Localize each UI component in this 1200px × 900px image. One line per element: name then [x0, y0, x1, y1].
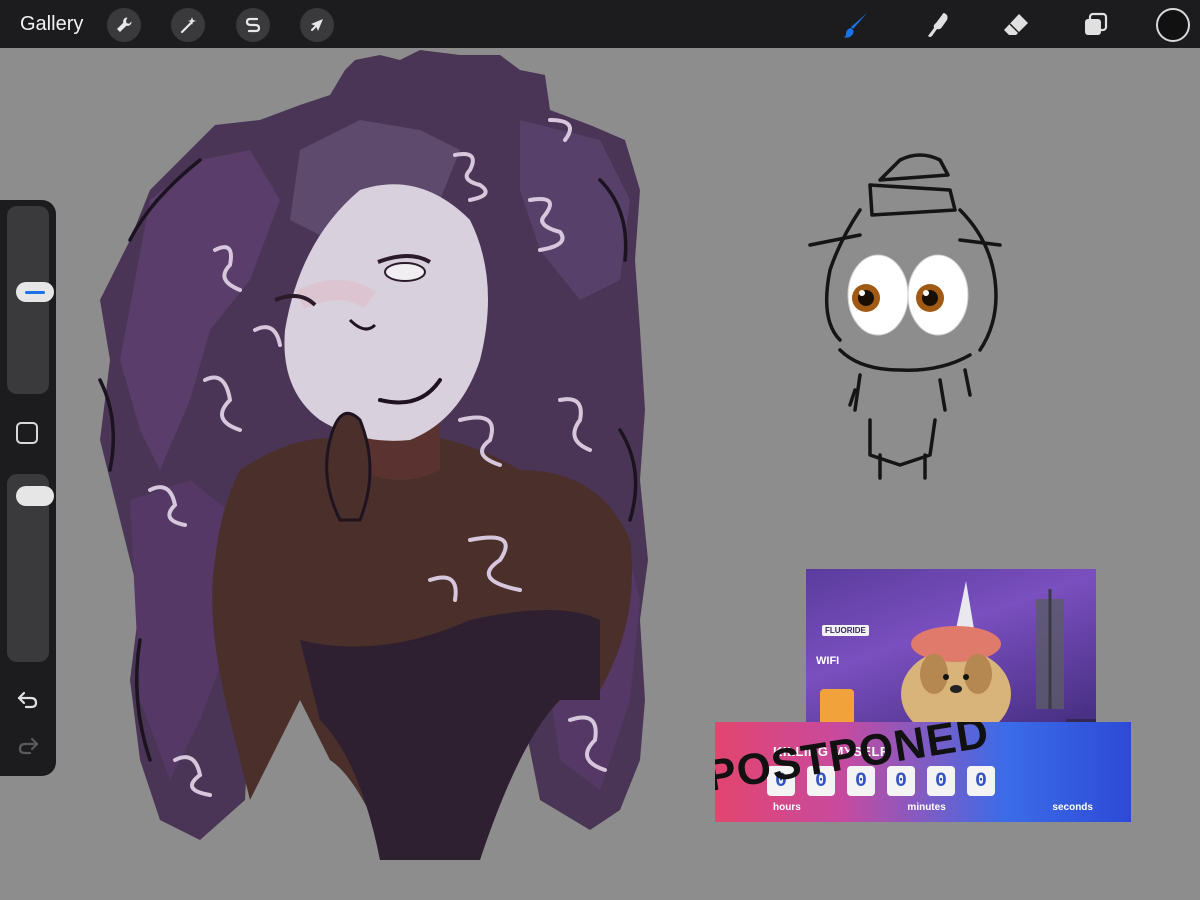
meme-image-top[interactable]: FLUORIDE WIFI [806, 569, 1096, 739]
smudge-icon [928, 13, 948, 37]
arrow-cursor-icon [311, 19, 323, 31]
magic-wand-icon [180, 17, 196, 34]
smudge-tool[interactable] [920, 6, 958, 44]
layers-button[interactable] [1077, 6, 1115, 44]
meme-image-bottom[interactable]: KILLING MYSELF 0 0 0 0 0 0 hours minutes… [715, 722, 1131, 822]
timer-digit: 0 [927, 766, 955, 796]
gallery-button[interactable]: Gallery [20, 12, 83, 36]
brush-tool[interactable] [837, 6, 875, 44]
timer-labels: hours minutes seconds [773, 802, 1093, 813]
brush-size-indicator [25, 290, 45, 294]
opacity-handle[interactable] [16, 486, 54, 506]
actions-button[interactable] [107, 8, 141, 42]
hand [325, 411, 372, 522]
owl-sketch [808, 153, 1002, 480]
layers-icon [1085, 12, 1108, 35]
undo-button[interactable] [12, 686, 44, 714]
eraser-tool[interactable] [997, 6, 1035, 44]
opacity-slider[interactable] [7, 474, 54, 662]
undo-icon [17, 691, 38, 709]
redo-button[interactable] [12, 732, 44, 760]
timer-digit: 0 [967, 766, 995, 796]
redo-icon [18, 737, 39, 755]
brush-icon [843, 13, 867, 38]
owl-eyes [847, 254, 969, 336]
selection-button[interactable] [236, 8, 270, 42]
top-toolbar: Gallery [0, 0, 1200, 48]
adjustments-button[interactable] [171, 8, 205, 42]
brush-sidebar [0, 200, 56, 776]
brush-size-slider[interactable] [7, 206, 54, 394]
transform-button[interactable] [300, 8, 334, 42]
meme-wifi-label: WIFI [816, 655, 840, 667]
selection-s-icon [245, 17, 261, 33]
eraser-icon [1004, 14, 1028, 35]
drawing-canvas[interactable]: FLUORIDE WIFI KILLING MYSELF 0 0 0 0 0 0… [0, 48, 1200, 900]
timer-label-hours: hours [773, 802, 801, 813]
timer-label-minutes: minutes [907, 802, 946, 813]
wrench-icon [117, 17, 132, 32]
color-picker-button[interactable] [1156, 8, 1190, 42]
timer-label-seconds: seconds [1052, 802, 1093, 813]
meme-fluoride-label: FLUORIDE [822, 625, 869, 636]
meme-artwork [820, 581, 1096, 739]
brush-size-handle[interactable] [16, 282, 54, 302]
modify-button[interactable] [16, 422, 38, 444]
